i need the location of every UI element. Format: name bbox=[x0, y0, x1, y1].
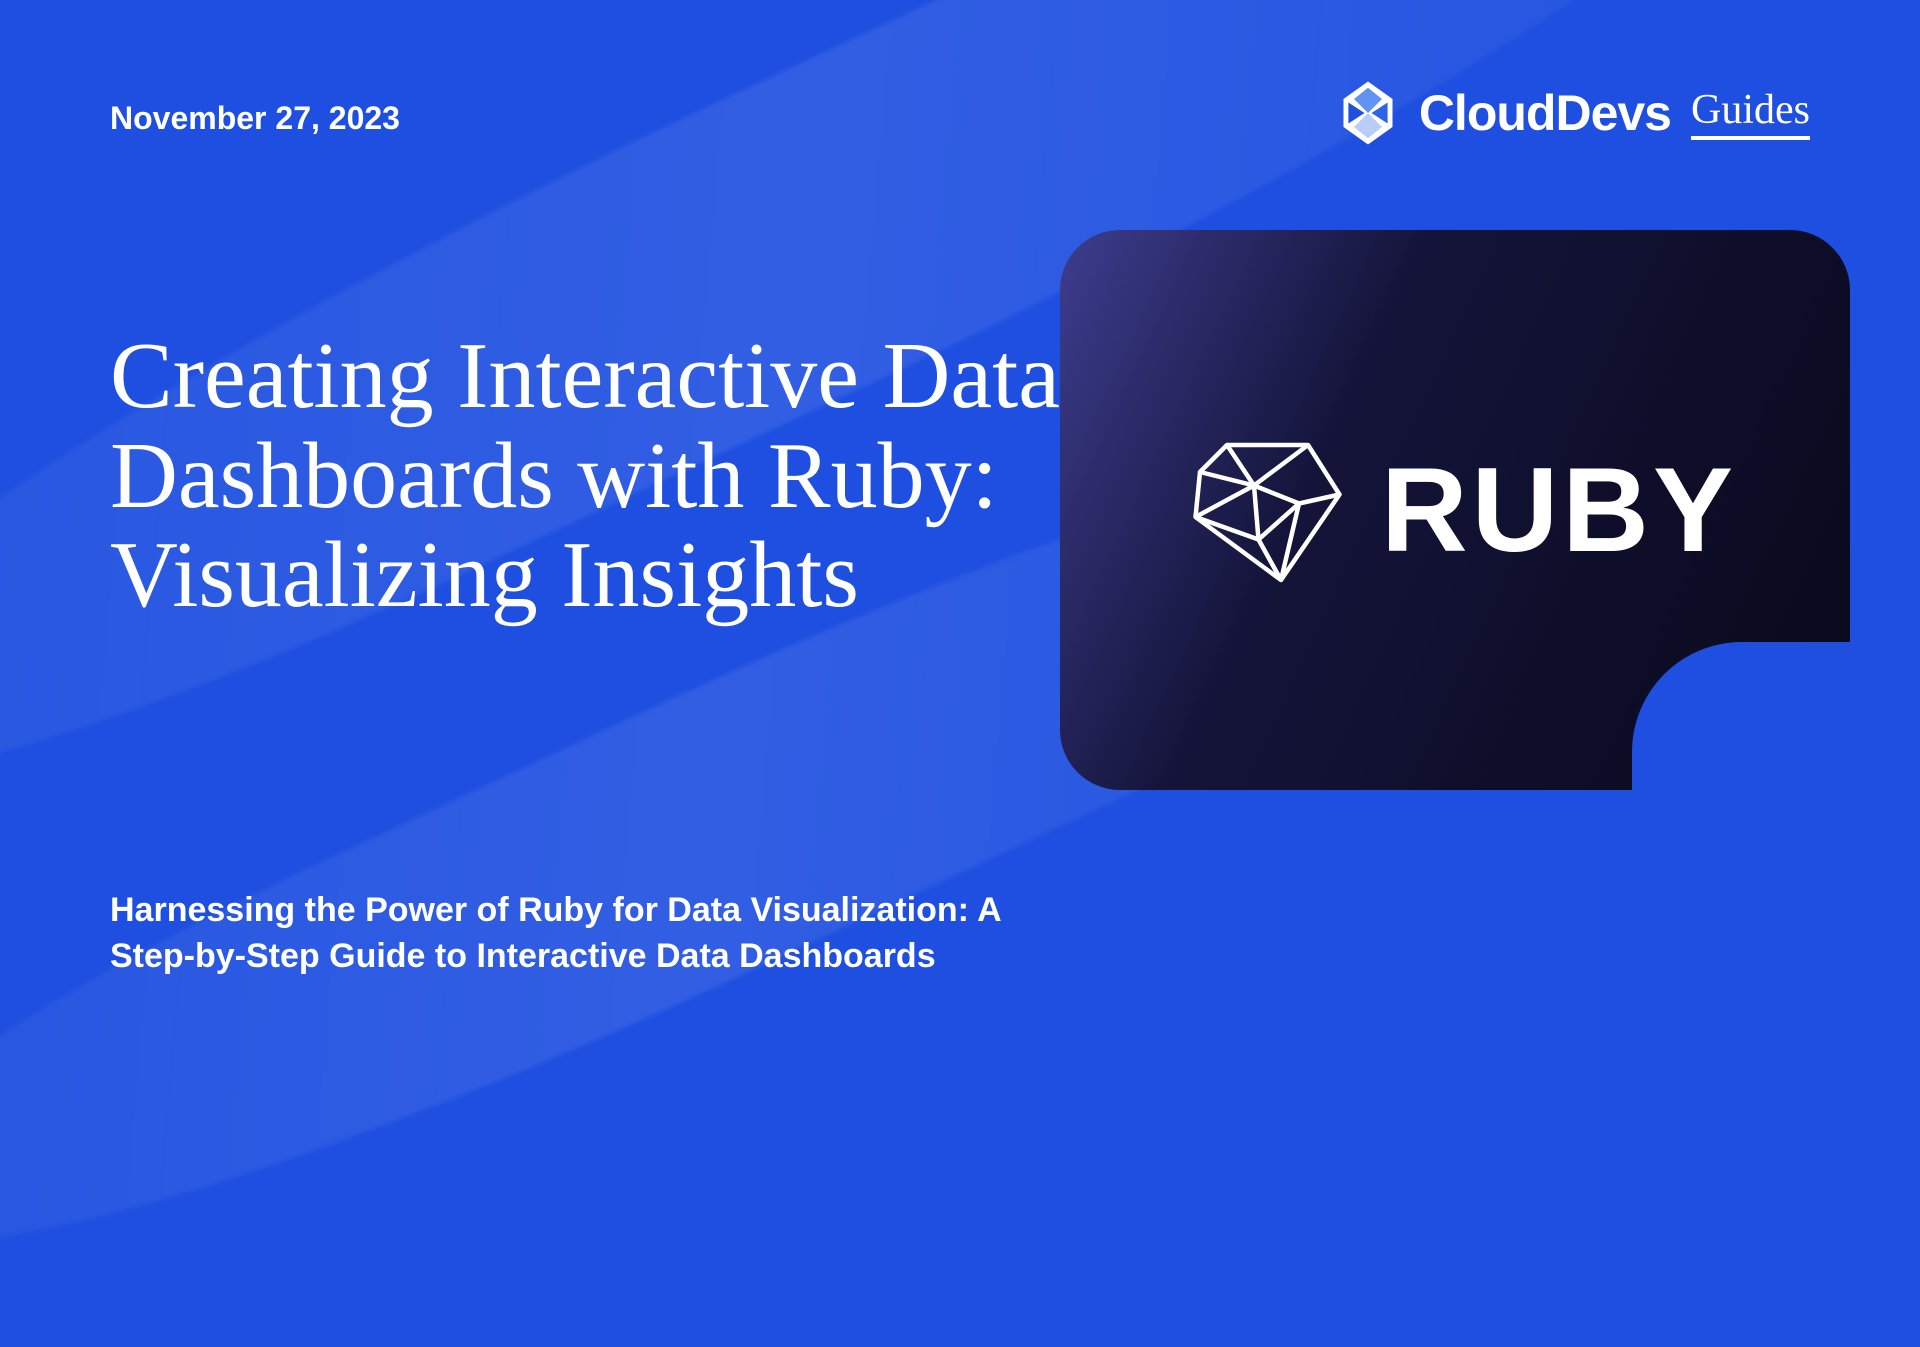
ruby-gem-icon bbox=[1173, 418, 1353, 603]
brand-name-main: CloudDevs bbox=[1419, 84, 1671, 142]
clouddevs-logo-icon bbox=[1333, 78, 1403, 148]
brand-name-sub: Guides bbox=[1691, 86, 1810, 140]
article-subtitle: Harnessing the Power of Ruby for Data Vi… bbox=[110, 888, 1030, 980]
hero-technology-card: RUBY bbox=[1060, 230, 1850, 790]
slide-content: November 27, 2023 CloudDevs Guides bbox=[0, 0, 1920, 1080]
hero-technology-label: RUBY bbox=[1381, 441, 1737, 579]
brand-logo: CloudDevs Guides bbox=[1333, 78, 1810, 148]
article-title: Creating Interactive Data Dashboards wit… bbox=[110, 327, 1110, 626]
